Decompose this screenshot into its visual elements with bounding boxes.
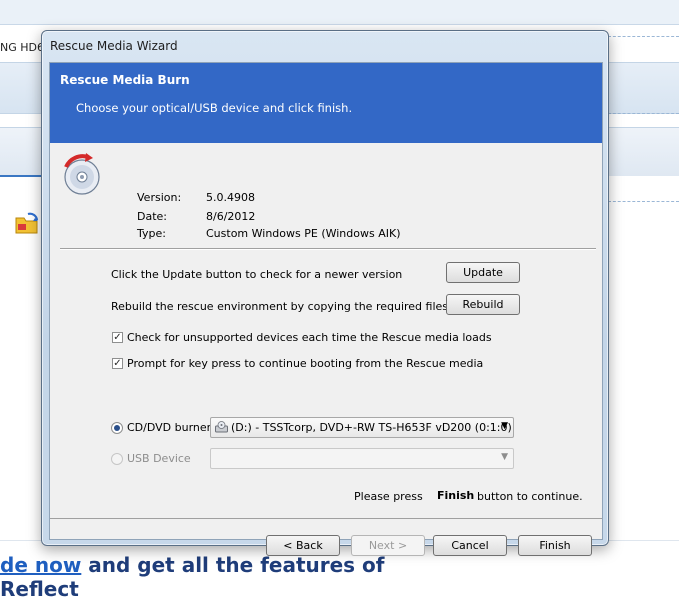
cd-disc-icon [64, 153, 100, 195]
type-value: Custom Windows PE (Windows AIK) [206, 227, 401, 240]
next-button[interactable]: Next > [351, 535, 425, 556]
rebuild-description: Rebuild the rescue environment by copyin… [111, 300, 449, 313]
version-value: 5.0.4908 [206, 191, 255, 204]
banner-subheading: Choose your optical/USB device and click… [76, 101, 353, 115]
usb-device-label[interactable]: USB Device [127, 452, 191, 465]
cd-dvd-radio[interactable] [111, 422, 123, 434]
info-separator [60, 248, 596, 250]
usb-device-select[interactable]: ▼ [210, 448, 514, 469]
background-tab-label: NG HD6 [0, 41, 44, 54]
instruction-suffix: button to continue. [477, 490, 583, 503]
footer-separator [50, 518, 602, 519]
finish-button[interactable]: Finish [518, 535, 592, 556]
cd-dvd-device-value: (D:) - TSSTcorp, DVD+-RW TS-H653F vD200 … [231, 421, 512, 434]
background-divider [608, 36, 679, 37]
update-description: Click the Update button to check for a n… [111, 268, 403, 281]
optical-drive-icon [215, 421, 228, 433]
cd-dvd-device-select[interactable]: (D:) - TSSTcorp, DVD+-RW TS-H653F vD200 … [210, 417, 514, 438]
upgrade-text-line2: Reflect [0, 577, 79, 601]
type-label: Type: [137, 227, 166, 240]
background-top-band [0, 0, 679, 24]
upgrade-banner: de now and get all the features of Refle… [0, 553, 385, 601]
upgrade-link[interactable]: de now [0, 553, 81, 577]
check-unsupported-label[interactable]: Check for unsupported devices each time … [127, 331, 492, 344]
rescue-media-wizard-window: Rescue Media Wizard Rescue Media Burn Ch… [41, 30, 609, 556]
check-unsupported-checkbox[interactable]: ✓ [112, 332, 123, 343]
upgrade-text: and get all the features of [81, 553, 385, 577]
instruction-prefix: Please press [354, 490, 423, 503]
date-label: Date: [137, 210, 167, 223]
chevron-down-icon[interactable]: ▼ [501, 452, 508, 462]
wizard-banner: Rescue Media Burn Choose your optical/US… [50, 63, 602, 143]
chevron-down-icon[interactable]: ▼ [501, 421, 508, 431]
instruction-emphasis: Finish [437, 489, 475, 502]
background-divider [608, 201, 679, 202]
rebuild-button[interactable]: Rebuild [446, 294, 520, 315]
cd-dvd-label[interactable]: CD/DVD burner [127, 421, 211, 434]
cancel-button[interactable]: Cancel [433, 535, 507, 556]
prompt-keypress-label[interactable]: Prompt for key press to continue booting… [127, 357, 483, 370]
update-button[interactable]: Update [446, 262, 520, 283]
window-title: Rescue Media Wizard [50, 39, 178, 53]
background-divider [608, 113, 679, 114]
banner-heading: Rescue Media Burn [60, 73, 190, 87]
usb-device-radio[interactable] [111, 453, 123, 465]
folder-refresh-icon[interactable] [14, 210, 40, 236]
wizard-client-area: Rescue Media Burn Choose your optical/US… [49, 62, 603, 556]
back-button[interactable]: < Back [266, 535, 340, 556]
background-accent-rule [0, 175, 42, 177]
version-label: Version: [137, 191, 182, 204]
date-value: 8/6/2012 [206, 210, 256, 223]
prompt-keypress-checkbox[interactable]: ✓ [112, 358, 123, 369]
